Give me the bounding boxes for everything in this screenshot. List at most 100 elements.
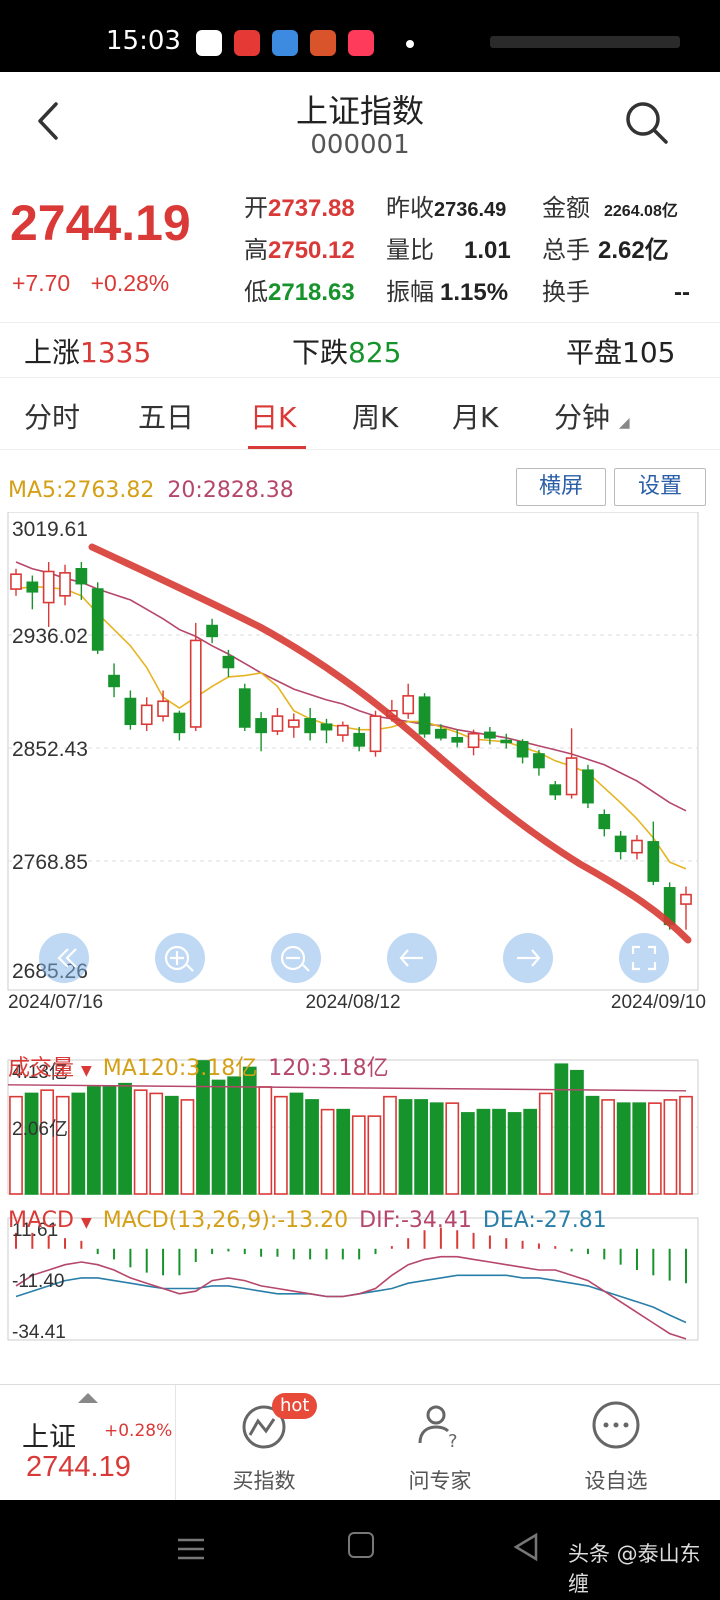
- buy-index-button[interactable]: hot 买指数: [176, 1385, 352, 1501]
- tab-five-day[interactable]: 五日: [138, 396, 194, 436]
- candle-body: [467, 732, 480, 749]
- macd-title: MACD: [8, 1208, 74, 1233]
- hot-badge: hot: [272, 1393, 318, 1419]
- candle-body: [271, 715, 284, 732]
- ma5-label: MA5:2763.82: [8, 478, 155, 503]
- volume-bar: [87, 1086, 101, 1195]
- low-value: 2718.63: [268, 279, 355, 306]
- vol-ratio-value: 1.01: [464, 237, 511, 264]
- app-icon: [196, 30, 222, 56]
- back-triangle-icon[interactable]: [512, 1532, 542, 1562]
- candle-body: [238, 688, 251, 728]
- candle-body: [140, 704, 153, 726]
- volume-bar: [320, 1108, 335, 1195]
- tab-weekly-k[interactable]: 周K: [352, 396, 398, 436]
- up-count: 上涨1335: [24, 331, 151, 371]
- volume-bar: [663, 1099, 678, 1195]
- current-price: 2744.19: [10, 195, 191, 251]
- kline-chart[interactable]: 3019.612936.022852.432768.852685.262024/…: [0, 512, 720, 1362]
- expand-up-icon[interactable]: [78, 1393, 98, 1403]
- candle-body: [549, 784, 562, 796]
- volume-bar: [429, 1102, 444, 1195]
- index-name: 上证: [22, 1422, 76, 1453]
- macd-params: MACD(13,26,9):-13.20: [102, 1208, 349, 1233]
- price-change: +7.70 +0.28%: [12, 270, 183, 297]
- turnover-label: 换手: [542, 278, 590, 306]
- app-icon: [348, 30, 374, 56]
- home-icon[interactable]: [348, 1532, 374, 1558]
- menu-icon[interactable]: [176, 1534, 206, 1564]
- candle-body: [500, 739, 513, 744]
- volume-bar: [601, 1099, 615, 1195]
- candle-body: [484, 731, 496, 739]
- arrow-left-icon[interactable]: [387, 933, 437, 983]
- volume-bar: [149, 1092, 164, 1195]
- volume-bar: [414, 1099, 428, 1195]
- buy-index-label: 买指数: [232, 1469, 296, 1493]
- volume-120-label: 120:3.18亿: [268, 1056, 389, 1081]
- dropdown-triangle-icon[interactable]: ▼: [81, 1063, 92, 1079]
- volume-bar: [9, 1095, 23, 1195]
- double-left-icon[interactable]: [39, 933, 89, 983]
- fullscreen-icon[interactable]: [619, 933, 669, 983]
- candle-body: [108, 674, 120, 688]
- search-icon[interactable]: [622, 98, 672, 148]
- volume-bar: [55, 1095, 70, 1195]
- flat-label: 平盘: [566, 336, 623, 369]
- volume-bar: [133, 1089, 148, 1195]
- volume-y-tick: 2.06亿: [12, 1118, 68, 1140]
- volume-bar: [258, 1086, 273, 1195]
- volume-bar: [445, 1102, 460, 1195]
- ask-expert-button[interactable]: ? 问专家: [352, 1385, 528, 1501]
- arrow-right-icon[interactable]: [503, 933, 553, 983]
- settings-button[interactable]: 设置: [614, 468, 706, 506]
- add-watchlist-button[interactable]: 设自选: [528, 1385, 704, 1501]
- candle-body: [516, 741, 529, 758]
- candle-body: [189, 639, 202, 728]
- status-time: 15:03: [106, 26, 181, 56]
- volume-bar: [71, 1092, 86, 1195]
- volume-bar: [180, 1099, 195, 1195]
- volume-title: 成交量: [8, 1056, 75, 1081]
- dropdown-triangle-icon[interactable]: ▼: [81, 1215, 92, 1231]
- zoom-out-icon[interactable]: [271, 933, 321, 983]
- landscape-button[interactable]: 横屏: [516, 468, 606, 506]
- candle-body: [402, 695, 415, 715]
- amplitude-row: 振幅 1.15%: [386, 272, 508, 308]
- volume-bar: [616, 1102, 631, 1195]
- candle-body: [124, 697, 137, 726]
- candle-body: [435, 728, 447, 739]
- candle-body: [582, 769, 594, 804]
- tab-daily-k[interactable]: 日K: [250, 396, 296, 436]
- candle-body: [222, 655, 235, 669]
- more-dots-icon: [592, 1401, 640, 1449]
- volume-bar: [585, 1095, 600, 1195]
- index-summary[interactable]: 上证 +0.28% 2744.19: [0, 1385, 176, 1501]
- header: 上证指数 000001: [0, 72, 720, 172]
- candle-body: [75, 567, 88, 585]
- macd-y-tick: -11.40: [12, 1271, 64, 1292]
- candle-body: [418, 696, 431, 735]
- candle-body: [598, 814, 611, 830]
- total-vol-label: 总手: [542, 236, 590, 264]
- volume-bar: [507, 1112, 522, 1195]
- tab-minute[interactable]: 分钟 ◢: [554, 396, 630, 436]
- volume-bar: [164, 1095, 179, 1195]
- volume-legend: 成交量 ▼ MA120:3.18亿 120:3.18亿: [8, 1050, 389, 1082]
- dropdown-triangle-icon: ◢: [618, 415, 630, 431]
- zoom-in-icon[interactable]: [155, 933, 205, 983]
- kline-y-tick: 2852.43: [12, 738, 88, 761]
- kline-x-tick: 2024/07/16: [8, 992, 103, 1013]
- active-tab-indicator: [248, 446, 306, 449]
- volume-bar: [102, 1086, 117, 1195]
- total-vol-row: 总手 2.62亿: [542, 230, 669, 266]
- flat-value: 105: [622, 336, 676, 369]
- app-icon: [234, 30, 260, 56]
- tab-intraday[interactable]: 分时: [24, 396, 80, 436]
- candle-body: [255, 718, 267, 734]
- tab-monthly-k[interactable]: 月K: [452, 396, 498, 436]
- candle-body: [614, 835, 627, 853]
- volume-bar: [211, 1079, 226, 1195]
- volume-bar: [554, 1063, 569, 1195]
- prev-close-value: 2736.49: [434, 199, 507, 221]
